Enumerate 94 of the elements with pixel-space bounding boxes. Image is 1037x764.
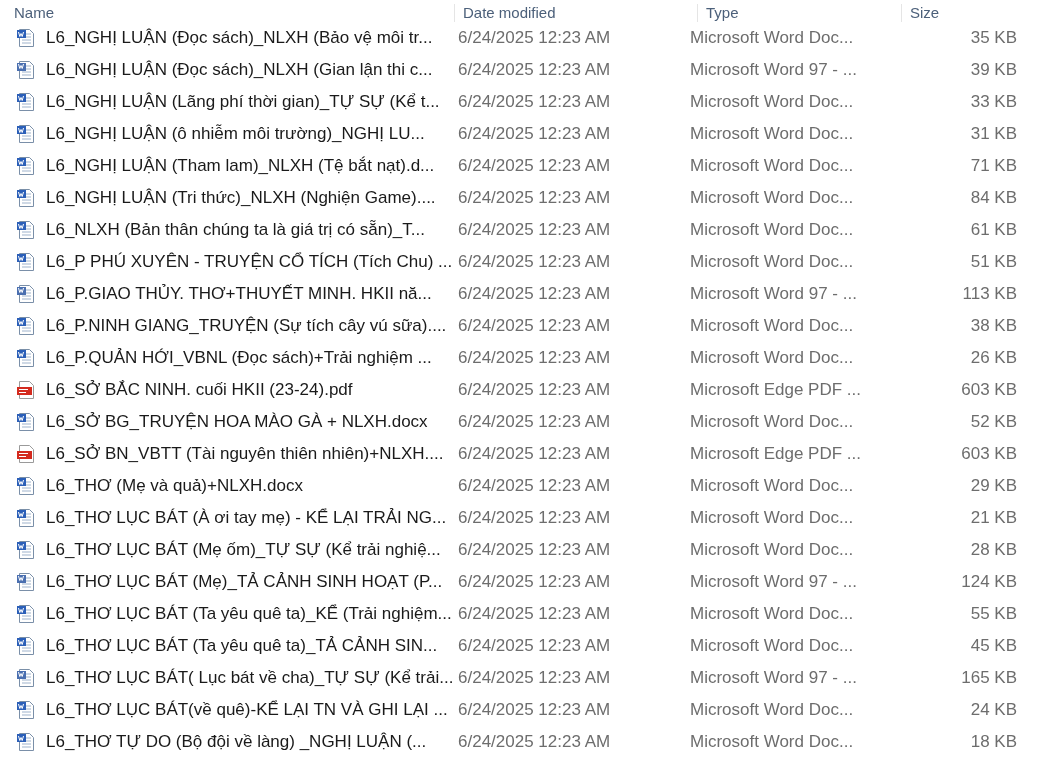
file-name[interactable]: L6_P.QUẢN HỚI_VBNL (Đọc sách)+Trải nghiệm ... <box>46 348 432 368</box>
file-type: Microsoft Word Doc... <box>690 252 855 272</box>
file-type: Microsoft Word Doc... <box>690 28 855 48</box>
file-name[interactable]: L6_THƠ TỰ DO (Bộ đội về làng) _NGHỊ LUẬN (... <box>46 732 427 752</box>
date-modified: 6/24/2025 12:23 AM <box>457 284 612 304</box>
date-modified: 6/24/2025 12:23 AM <box>457 540 612 560</box>
file-name[interactable]: L6_THƠ LỤC BÁT(về quê)-KỂ LẠI TN VÀ GHI LẠI ... <box>46 700 448 720</box>
file-type: Microsoft Word 97 - ... <box>690 284 858 304</box>
file-name[interactable]: L6_NLXH (Bản thân chúng ta là giá trị có sẵn)_T... <box>46 220 425 240</box>
file-size: 31 KB <box>969 124 1017 144</box>
file-size: 165 KB <box>960 668 1017 688</box>
file-type: Microsoft Word Doc... <box>690 732 855 752</box>
date-modified: 6/24/2025 12:23 AM <box>457 380 612 400</box>
file-size: 33 KB <box>969 92 1017 112</box>
file-name[interactable]: L6_THƠ LỤC BÁT( Lục bát về cha)_TỰ SỰ (Kể trải... <box>46 668 454 688</box>
file-type: Microsoft Word Doc... <box>690 412 855 432</box>
file-type: Microsoft Word Doc... <box>690 92 855 112</box>
file-type: Microsoft Word Doc... <box>690 156 855 176</box>
file-name[interactable]: L6_NGHỊ LUẬN (Tri thức)_NLXH (Nghiện Game).... <box>46 188 436 208</box>
column-header[interactable]: Date modified <box>455 4 698 22</box>
date-modified: 6/24/2025 12:23 AM <box>457 348 612 368</box>
column-header[interactable]: Name <box>0 4 455 22</box>
file-size: 51 KB <box>969 252 1017 272</box>
file-size: 35 KB <box>969 28 1017 48</box>
date-modified: 6/24/2025 12:23 AM <box>457 60 612 80</box>
file-name[interactable]: L6_THƠ LỤC BÁT (Mẹ)_TẢ CẢNH SINH HOẠT (P... <box>46 572 443 592</box>
file-size: 26 KB <box>969 348 1017 368</box>
file-type: Microsoft Word Doc... <box>690 188 855 208</box>
file-size: 21 KB <box>969 508 1017 528</box>
date-modified: 6/24/2025 12:23 AM <box>457 604 612 624</box>
file-size: 28 KB <box>969 540 1017 560</box>
file-type: Microsoft Word Doc... <box>690 476 855 496</box>
file-name[interactable]: L6_P.GIAO THỦY. THƠ+THUYẾT MINH. HKII nă... <box>46 284 432 304</box>
file-type: Microsoft Word Doc... <box>690 348 855 368</box>
date-modified: 6/24/2025 12:23 AM <box>457 476 612 496</box>
file-name[interactable]: L6_NGHỊ LUẬN (Đọc sách)_NLXH (Bảo vệ môi tr... <box>46 28 433 48</box>
file-type: Microsoft Word Doc... <box>690 636 855 656</box>
date-modified: 6/24/2025 12:23 AM <box>457 700 612 720</box>
date-modified: 6/24/2025 12:23 AM <box>457 28 612 48</box>
date-modified: 6/24/2025 12:23 AM <box>457 636 612 656</box>
file-size: 38 KB <box>969 316 1017 336</box>
date-modified: 6/24/2025 12:23 AM <box>457 316 612 336</box>
date-modified: 6/24/2025 12:23 AM <box>457 412 612 432</box>
file-name[interactable]: L6_THƠ LỤC BÁT (Ta yêu quê ta)_TẢ CẢNH SIN... <box>46 636 438 656</box>
file-name[interactable]: L6_THƠ LỤC BÁT (Ta yêu quê ta)_KỂ (Trải nghiệm... <box>46 604 452 624</box>
file-name[interactable]: L6_P.NINH GIANG_TRUYỆN (Sự tích cây vú sữa).... <box>46 316 447 336</box>
file-type: Microsoft Word Doc... <box>690 508 855 528</box>
date-modified: 6/24/2025 12:23 AM <box>457 124 612 144</box>
file-size: 71 KB <box>969 156 1017 176</box>
file-size: 124 KB <box>960 572 1017 592</box>
date-modified: 6/24/2025 12:23 AM <box>457 156 612 176</box>
date-modified: 6/24/2025 12:23 AM <box>457 188 612 208</box>
date-modified: 6/24/2025 12:23 AM <box>457 444 612 464</box>
file-type: Microsoft Word Doc... <box>690 220 855 240</box>
file-type: Microsoft Edge PDF ... <box>690 444 862 464</box>
column-header[interactable]: Type <box>698 4 902 22</box>
date-modified: 6/24/2025 12:23 AM <box>457 220 612 240</box>
file-type: Microsoft Word 97 - ... <box>690 572 858 592</box>
file-type: Microsoft Word Doc... <box>690 604 855 624</box>
file-name[interactable]: L6_THƠ (Mẹ và quả)+NLXH.docx <box>46 476 303 496</box>
file-name[interactable]: L6_SỞ BẮC NINH. cuối HKII (23-24).pdf <box>46 380 353 400</box>
file-name[interactable]: L6_SỞ BN_VBTT (Tài nguyên thiên nhiên)+NLXH.... <box>46 444 444 464</box>
file-name[interactable]: L6_P PHÚ XUYÊN - TRUYỆN CỔ TÍCH (Tích Chu) ... <box>46 252 453 272</box>
file-size: 29 KB <box>969 476 1017 496</box>
file-size: 24 KB <box>969 700 1017 720</box>
file-name[interactable]: L6_THƠ LỤC BÁT (Mẹ ốm)_TỰ SỰ (Kể trải nghiệ... <box>46 540 441 560</box>
file-name[interactable]: L6_THƠ LỤC BÁT (À ơi tay mẹ) - KỂ LẠI TRẢI NG... <box>46 508 447 528</box>
file-size: 18 KB <box>969 732 1017 752</box>
file-size: 61 KB <box>969 220 1017 240</box>
date-modified: 6/24/2025 12:23 AM <box>457 572 612 592</box>
file-type: Microsoft Word Doc... <box>690 316 855 336</box>
date-modified: 6/24/2025 12:23 AM <box>457 92 612 112</box>
file-size: 55 KB <box>969 604 1017 624</box>
file-type: Microsoft Word Doc... <box>690 700 855 720</box>
file-name[interactable]: L6_NGHỊ LUẬN (Tham lam)_NLXH (Tệ bắt nạt).d... <box>46 156 435 176</box>
file-size: 45 KB <box>969 636 1017 656</box>
file-size: 39 KB <box>969 60 1017 80</box>
file-size: 52 KB <box>969 412 1017 432</box>
file-type: Microsoft Word Doc... <box>690 540 855 560</box>
file-size: 113 KB <box>961 284 1017 304</box>
file-name[interactable]: L6_NGHỊ LUẬN (Lãng phí thời gian)_TỰ SỰ (Kể t... <box>46 92 440 112</box>
file-size: 603 KB <box>960 380 1017 400</box>
file-type: Microsoft Word 97 - ... <box>690 60 858 80</box>
column-header[interactable]: Size <box>902 4 1030 22</box>
file-name[interactable]: L6_SỞ BG_TRUYỆN HOA MÀO GÀ + NLXH.docx <box>46 412 428 432</box>
file-size: 84 KB <box>969 188 1017 208</box>
file-name[interactable]: L6_NGHỊ LUẬN (Đọc sách)_NLXH (Gian lận thi c... <box>46 60 433 80</box>
file-type: Microsoft Word Doc... <box>690 124 855 144</box>
date-modified: 6/24/2025 12:23 AM <box>457 508 612 528</box>
file-type: Microsoft Edge PDF ... <box>690 380 862 400</box>
file-name[interactable]: L6_NGHỊ LUẬN (ô nhiễm môi trường)_NGHỊ LU... <box>46 124 425 144</box>
file-type: Microsoft Word 97 - ... <box>690 668 858 688</box>
file-size: 603 KB <box>960 444 1017 464</box>
date-modified: 6/24/2025 12:23 AM <box>457 732 612 752</box>
